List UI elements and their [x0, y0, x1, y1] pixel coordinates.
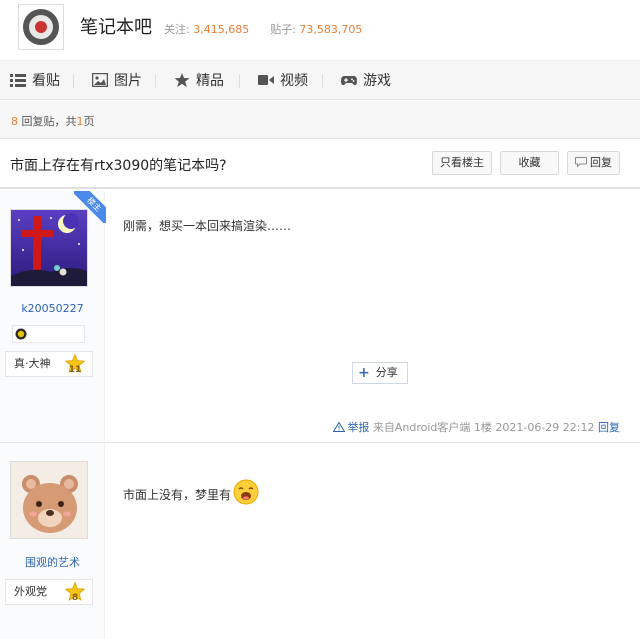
plus-icon: + [358, 365, 370, 381]
favorite-button[interactable]: 收藏 [500, 151, 559, 175]
reply-button[interactable]: 回复 [567, 151, 620, 175]
reply-count-label: 回复贴，共 [21, 115, 77, 128]
tab-featured-label: 精品 [196, 73, 224, 89]
level-number: 8 [71, 593, 79, 603]
post-2: 围观的艺术 外观党 8 市面上没有，梦里有 [0, 443, 640, 639]
post-1: k20050227 真·大神 11 楼主 刚需，想买一本回来搞渲染…… + 分享 … [0, 191, 640, 441]
posts-label: 贴子: [270, 23, 296, 36]
image-icon [92, 73, 108, 87]
level-title: 真·大神 [14, 357, 51, 370]
tab-video-label: 视频 [280, 73, 308, 89]
op-badge-label: 楼主 [74, 191, 106, 223]
avatar[interactable] [10, 461, 88, 539]
page-count-label: 页 [83, 115, 95, 128]
forum-stats: 关注: 3,415,685 贴子: 73,583,705 [164, 21, 362, 37]
gamepad-icon [341, 76, 357, 86]
forum-name[interactable]: 笔记本吧 [80, 13, 152, 39]
post-author-panel: k20050227 真·大神 11 [0, 191, 105, 441]
tab-games[interactable]: 游戏 [341, 61, 391, 101]
reply-count-bar: 8 回复贴，共1页 [0, 101, 640, 139]
list-icon [10, 74, 26, 87]
warning-icon [333, 422, 346, 432]
star-icon [174, 73, 190, 87]
username[interactable]: 围观的艺术 [0, 554, 105, 570]
tab-kantie-label: 看贴 [32, 73, 60, 89]
tab-video[interactable]: 视频 [258, 61, 308, 101]
forum-nav: 看贴 图片 精品 视频 游戏 [0, 60, 640, 100]
reply-button-label: 回复 [590, 156, 612, 169]
posts-count: 73,583,705 [299, 23, 363, 36]
reply-count-number: 8 [11, 115, 18, 128]
laughing-emoji-icon [233, 479, 259, 505]
tab-images-label: 图片 [114, 73, 142, 89]
share-label: 分享 [375, 366, 398, 379]
post-content: 刚需，想买一本回来搞渲染…… [123, 219, 292, 233]
forum-logo[interactable] [18, 4, 64, 50]
tab-images[interactable]: 图片 [92, 61, 142, 101]
thread-title: 市面上存在有rtx3090的笔记本吗? [10, 158, 227, 174]
forum-header: 笔记本吧 关注: 3,415,685 贴子: 73,583,705 [0, 0, 640, 58]
post-source: 来自Android客户端 [372, 421, 471, 434]
post-content-text: 市面上没有，梦里有 [123, 488, 232, 502]
post-reply-link[interactable]: 回复 [598, 421, 620, 434]
level-star-icon: 11 [64, 353, 86, 375]
medal-icon [15, 328, 27, 340]
level-star-icon: 8 [64, 581, 86, 603]
post-author-panel: 围观的艺术 外观党 8 [0, 443, 105, 639]
thread-title-bar: 市面上存在有rtx3090的笔记本吗? 只看楼主 收藏 回复 [0, 139, 640, 189]
post-floor: 1楼 [473, 421, 492, 434]
followers-count: 3,415,685 [193, 23, 250, 36]
user-medal [12, 325, 85, 343]
reply-count: 8 回复贴，共1页 [11, 113, 95, 129]
level-number: 11 [68, 365, 82, 375]
page-count-number: 1 [76, 115, 84, 128]
level-badge[interactable]: 外观党 8 [5, 579, 93, 605]
tab-featured[interactable]: 精品 [174, 61, 224, 101]
share-button[interactable]: + 分享 [352, 362, 408, 384]
avatar-image [11, 462, 87, 538]
comment-icon [575, 157, 587, 167]
level-badge[interactable]: 真·大神 11 [5, 351, 93, 377]
followers-label: 关注: [164, 23, 190, 36]
tab-kantie[interactable]: 看贴 [10, 61, 60, 101]
report-link[interactable]: 举报 [347, 421, 369, 434]
op-badge: 楼主 [74, 191, 106, 223]
username[interactable]: k20050227 [0, 302, 105, 315]
post-footer: 举报 来自Android客户端 1楼 2021-06-29 22:12 回复 [333, 419, 620, 435]
level-title: 外观党 [14, 585, 47, 598]
tab-games-label: 游戏 [363, 73, 391, 89]
only-op-button[interactable]: 只看楼主 [432, 151, 492, 175]
post-content: 市面上没有，梦里有 [123, 479, 259, 505]
video-icon [258, 75, 274, 85]
post-timestamp: 2021-06-29 22:12 [495, 421, 595, 434]
